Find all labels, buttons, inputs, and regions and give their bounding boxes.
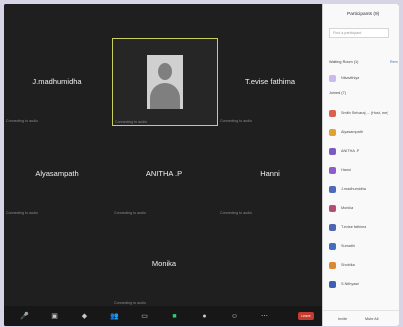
apps-button[interactable]: ⋯ — [252, 310, 277, 322]
participant-search-input[interactable]: Find a participant — [329, 28, 389, 38]
participant-list-name: Alyasampath — [341, 130, 363, 134]
participant-list-item[interactable]: T.evise fathima — [329, 222, 395, 232]
microphone-button[interactable]: 🎤 — [12, 310, 37, 322]
participant-avatar-dot — [329, 166, 336, 174]
participant-list-item[interactable]: ANITHA .P — [329, 146, 395, 156]
participant-tile-alyasampath[interactable]: Alyasampath Connecting to audio — [4, 130, 110, 216]
participants-panel-actions: Invite Mute All — [323, 310, 399, 326]
participant-name: Alyasampath — [35, 168, 79, 178]
participant-list-item[interactable]: Shobika — [329, 260, 395, 270]
microphone-icon: 🎤 — [20, 313, 29, 320]
participant-list-item[interactable]: Hanni — [329, 165, 395, 175]
video-button[interactable]: ▣ — [42, 310, 67, 322]
waiting-participant-name: Nikavithiya — [341, 76, 360, 80]
participant-avatar-dot — [329, 109, 336, 117]
participant-name: Hanni — [260, 168, 280, 178]
reactions-button[interactable]: ☺ — [222, 310, 247, 322]
people-icon: 👥 — [110, 313, 119, 320]
remove-all-button[interactable]: Rem — [390, 60, 398, 64]
meeting-toolbar: 🎤 ▣ ◆ 👥 ▭ ■ ● ☺ ⋯ Leave — [4, 306, 322, 326]
participant-name: ANITHA .P — [145, 168, 183, 178]
participant-avatar-dot — [329, 223, 336, 231]
participant-list-name: ANITHA .P — [341, 149, 360, 153]
shield-icon: ◆ — [81, 313, 88, 320]
participant-list-item[interactable]: Alyasampath — [329, 127, 395, 137]
participant-list-item[interactable]: J.madhumidha — [329, 184, 395, 194]
invite-button[interactable]: Invite — [338, 317, 347, 321]
participant-avatar-dot — [329, 128, 336, 136]
zoom-meeting-window: J.madhumidha Connecting to audio Connect… — [4, 4, 399, 326]
participant-avatar-dot — [329, 280, 336, 288]
security-button[interactable]: ◆ — [72, 310, 97, 322]
participant-avatar-dot — [329, 204, 336, 212]
share-screen-icon: ■ — [172, 312, 177, 320]
participants-button[interactable]: 👥 — [102, 310, 127, 322]
participant-avatar-dot — [329, 147, 336, 155]
participant-search-placeholder: Find a participant — [333, 31, 362, 35]
mute-all-button[interactable]: Mute All — [365, 317, 379, 321]
waiting-room-label: Waiting Room (1) — [329, 60, 359, 64]
participant-list-name: Smith Selvaraj ... (Host, me) — [341, 111, 389, 115]
participant-list-name: J.madhumidha — [341, 187, 366, 191]
avatar-body — [150, 83, 180, 109]
record-button[interactable]: ● — [192, 310, 217, 322]
avatar-head — [158, 63, 172, 80]
participant-list-name: Shobika — [341, 263, 355, 267]
participant-status: Connecting to audio — [220, 119, 252, 123]
participant-avatar-dot — [329, 185, 336, 193]
participant-status: Connecting to audio — [115, 120, 147, 124]
waiting-avatar-dot — [329, 74, 336, 82]
leave-button[interactable]: Leave — [298, 312, 314, 320]
participants-panel: Participants (9) Find a participant Wait… — [322, 4, 399, 326]
participant-avatar-dot — [329, 261, 336, 269]
participant-tile-t-evise-fathima[interactable]: T.evise fathima Connecting to audio — [218, 38, 322, 124]
participant-name: T.evise fathima — [244, 76, 296, 86]
participant-status: Connecting to audio — [114, 211, 146, 215]
chat-button[interactable]: ▭ — [132, 310, 157, 322]
video-icon: ▣ — [51, 313, 58, 320]
participant-status: Connecting to audio — [220, 211, 252, 215]
participant-list-item[interactable]: Smith Selvaraj ... (Host, me) — [329, 108, 395, 118]
record-icon: ● — [202, 312, 207, 320]
participant-name: J.madhumidha — [32, 76, 82, 86]
participant-avatar-dot — [329, 242, 336, 250]
participant-tile-hanni[interactable]: Hanni Connecting to audio — [218, 130, 322, 216]
participant-status: Connecting to audio — [6, 119, 38, 123]
participant-list-item[interactable]: S.Nithyasri — [329, 279, 395, 289]
participant-tile-j-madhumidha[interactable]: J.madhumidha Connecting to audio — [4, 38, 110, 124]
participant-list-name: Sumathi — [341, 244, 355, 248]
chat-icon: ▭ — [141, 313, 148, 320]
participant-list-item[interactable]: Monika — [329, 203, 395, 213]
participant-status: Connecting to audio — [6, 211, 38, 215]
participants-panel-title: Participants (9) — [347, 12, 380, 17]
joined-label: Joined (7) — [329, 91, 346, 95]
apps-icon: ⋯ — [261, 313, 268, 320]
participant-list-name: S.Nithyasri — [341, 282, 360, 286]
video-grid: J.madhumidha Connecting to audio Connect… — [4, 4, 322, 326]
participant-tile-anitha-p[interactable]: ANITHA .P Connecting to audio — [112, 130, 216, 216]
participant-list-item[interactable]: Sumathi — [329, 241, 395, 251]
participant-list-name: Monika — [341, 206, 354, 210]
participant-list-name: Hanni — [341, 168, 351, 172]
smile-icon: ☺ — [230, 312, 239, 320]
participant-list-name: T.evise fathima — [341, 225, 367, 229]
participant-status: Connecting to audio — [114, 301, 146, 305]
avatar — [147, 55, 183, 109]
waiting-room-item[interactable]: Nikavithiya — [329, 73, 395, 83]
participant-name: Monika — [151, 258, 177, 268]
participant-tile-monika[interactable]: Monika Connecting to audio — [112, 220, 216, 306]
leave-button-label: Leave — [301, 314, 311, 318]
share-screen-button[interactable]: ■ — [162, 310, 187, 322]
participant-tile-self-video[interactable]: Connecting to audio — [112, 38, 218, 126]
